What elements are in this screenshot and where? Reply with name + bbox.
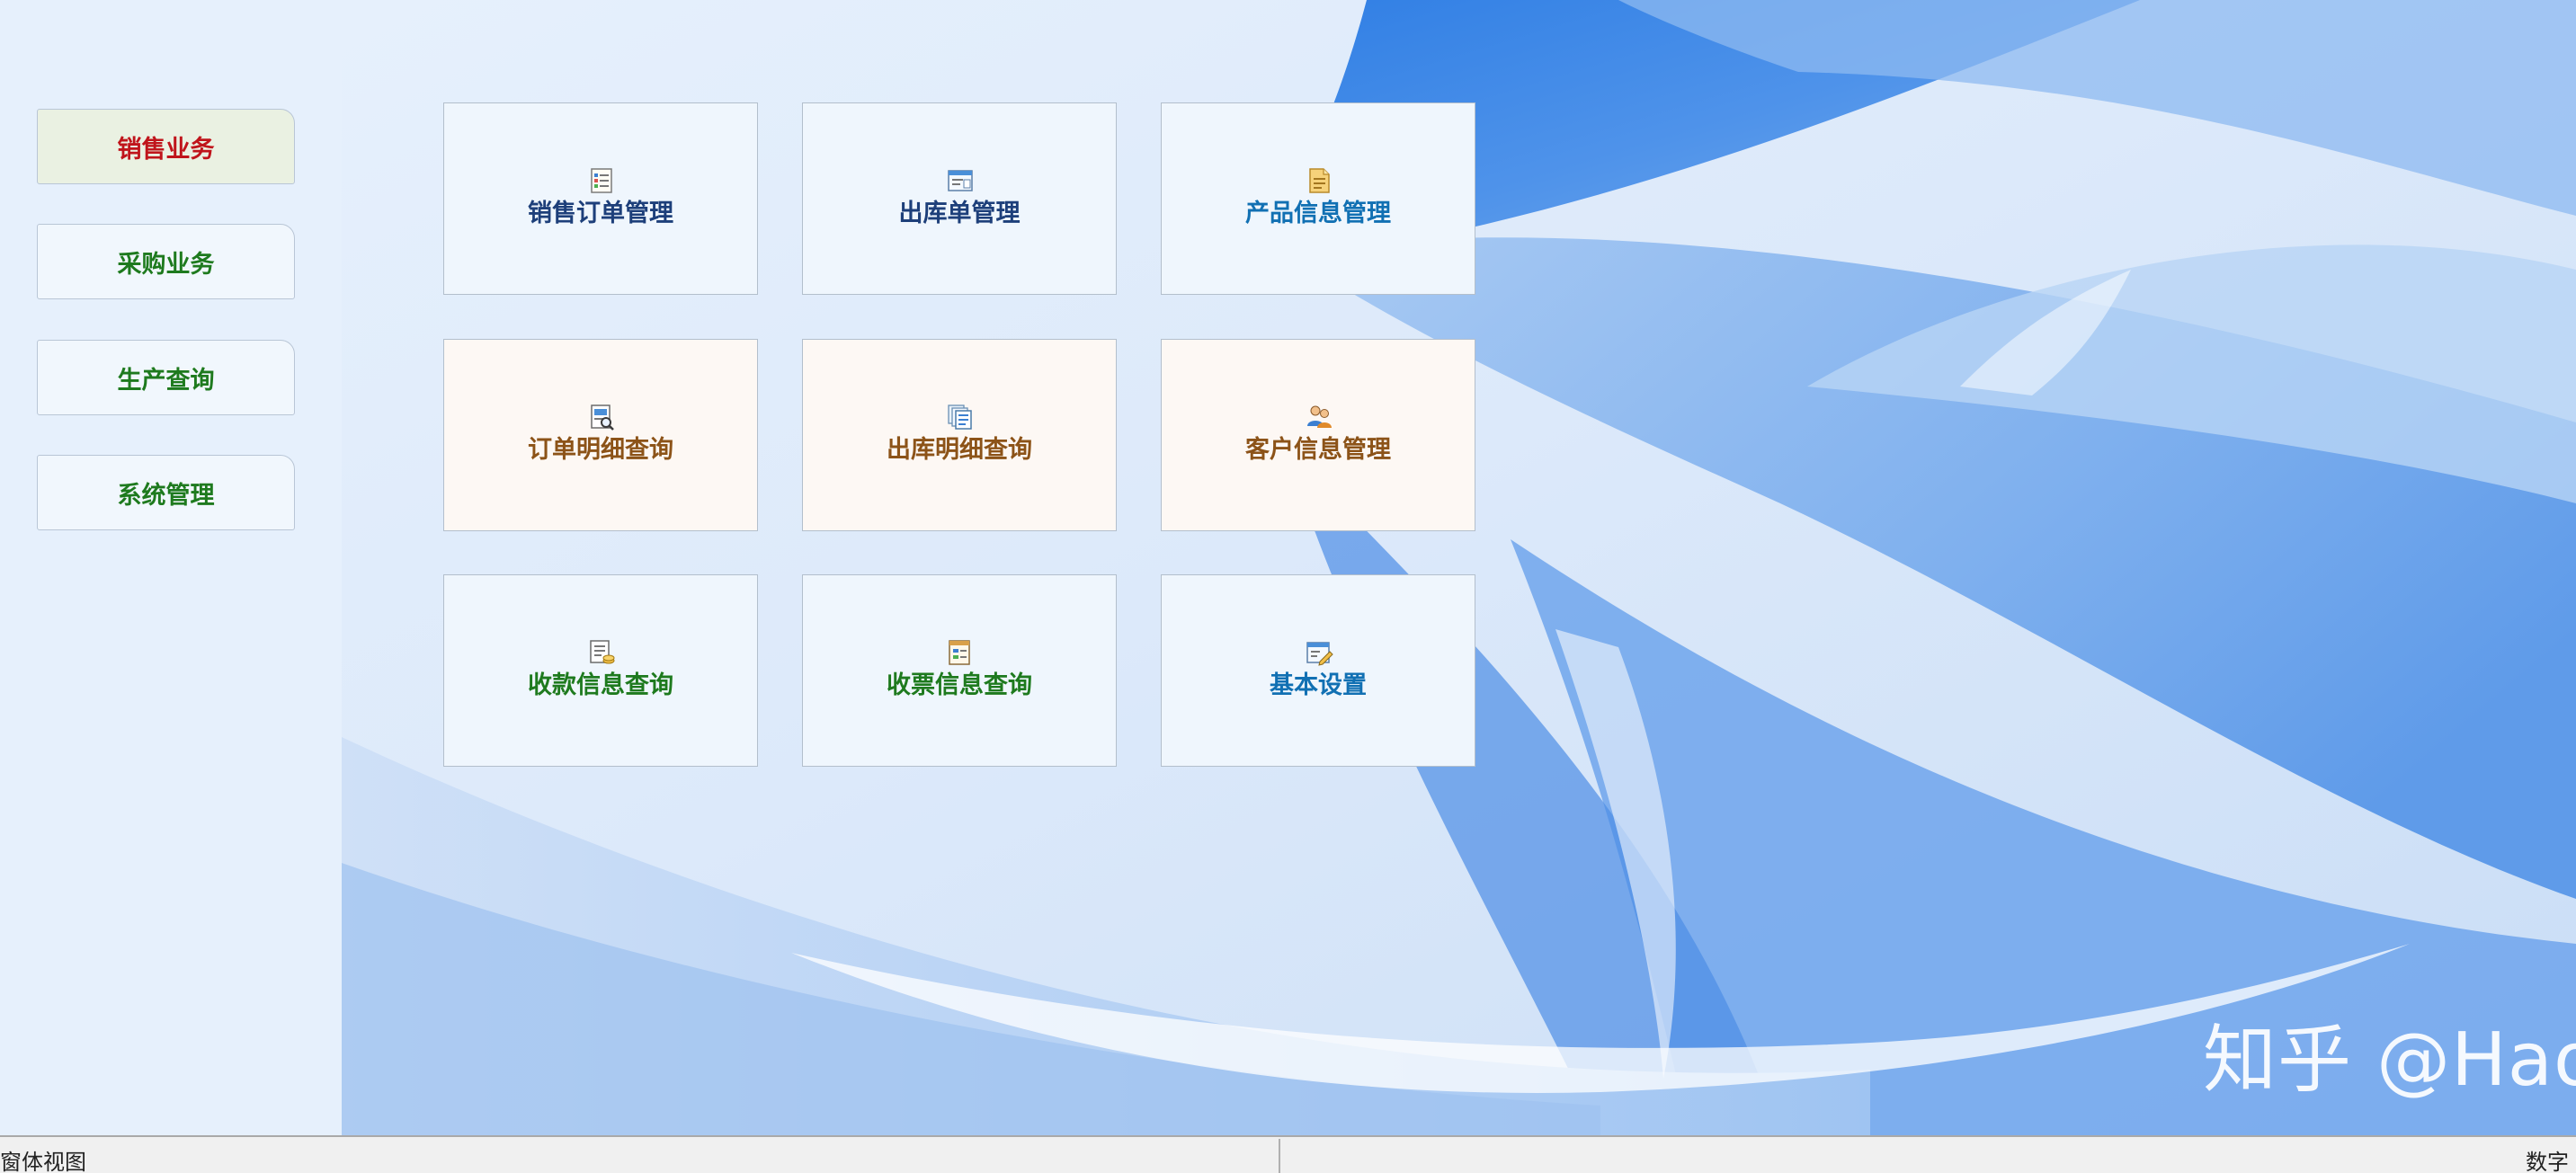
status-bar: 窗体视图 数字 xyxy=(0,1135,2576,1173)
tile-label: 基本设置 xyxy=(1270,671,1367,699)
tile-customer-info-management[interactable]: 客户信息管理 xyxy=(1161,339,1475,531)
tile-basic-settings[interactable]: 基本设置 xyxy=(1161,574,1475,767)
document-search-icon xyxy=(591,404,614,431)
sidebar-item-production-query[interactable]: 生产查询 xyxy=(37,340,295,415)
main-panel: 销售订单管理 出库单管理 产品信息管理 订单明细查询 出库明细查询 客户信息管理… xyxy=(342,0,2576,1135)
tile-label: 收票信息查询 xyxy=(887,671,1032,699)
sidebar-item-purchasing[interactable]: 采购业务 xyxy=(37,224,295,299)
tile-order-detail-query[interactable]: 订单明细查询 xyxy=(443,339,758,531)
list-document-icon xyxy=(591,168,612,193)
sidebar-item-label: 生产查询 xyxy=(117,366,215,395)
tile-label: 客户信息管理 xyxy=(1245,436,1391,464)
document-coins-icon xyxy=(590,640,615,664)
status-view-mode: 窗体视图 xyxy=(0,1150,86,1173)
tile-product-info-management[interactable]: 产品信息管理 xyxy=(1161,102,1475,295)
note-document-icon xyxy=(1309,168,1330,193)
status-numlock: 数字 xyxy=(2526,1150,2569,1173)
sidebar-item-label: 采购业务 xyxy=(117,250,215,279)
tile-label: 出库明细查询 xyxy=(887,436,1032,464)
tile-label: 销售订单管理 xyxy=(528,200,673,227)
tile-outbound-order-management[interactable]: 出库单管理 xyxy=(802,102,1117,295)
watermark-text: 知乎 @HaoHualee xyxy=(2203,1017,2576,1103)
tile-invoice-received-query[interactable]: 收票信息查询 xyxy=(802,574,1117,767)
sidebar-item-label: 系统管理 xyxy=(117,481,215,510)
window-form-icon xyxy=(948,170,973,191)
stacked-documents-icon xyxy=(948,404,972,430)
receipt-form-icon xyxy=(949,640,970,665)
tile-label: 产品信息管理 xyxy=(1245,200,1391,227)
tile-label: 收款信息查询 xyxy=(528,671,673,699)
edit-settings-icon xyxy=(1306,642,1333,666)
tile-label: 订单明细查询 xyxy=(528,436,673,464)
status-divider xyxy=(1279,1139,1280,1173)
sidebar-item-label: 销售业务 xyxy=(117,135,215,164)
sidebar-item-system-management[interactable]: 系统管理 xyxy=(37,455,295,530)
users-group-icon xyxy=(1307,405,1332,428)
tile-payment-received-query[interactable]: 收款信息查询 xyxy=(443,574,758,767)
tile-label: 出库单管理 xyxy=(898,200,1021,227)
app-window: 销售业务 采购业务 生产查询 系统管理 销售订单管理 出库单管理 产品信息管理 … xyxy=(0,0,2576,1173)
sidebar: 销售业务 采购业务 生产查询 系统管理 xyxy=(0,0,342,1135)
sidebar-item-sales[interactable]: 销售业务 xyxy=(37,109,295,184)
tile-sales-order-management[interactable]: 销售订单管理 xyxy=(443,102,758,295)
tile-outbound-detail-query[interactable]: 出库明细查询 xyxy=(802,339,1117,531)
